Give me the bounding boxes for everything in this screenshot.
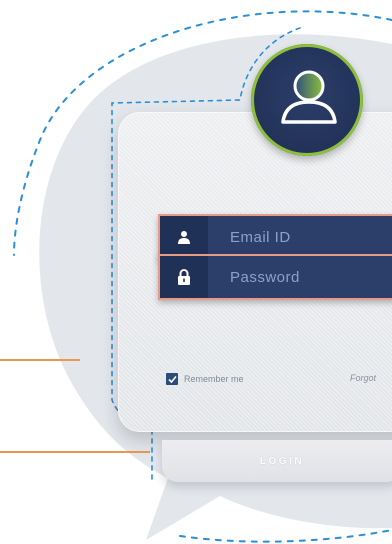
remember-me-label: Remember me: [184, 374, 244, 384]
lock-icon: [178, 269, 190, 285]
user-avatar: [251, 44, 363, 156]
outer-dashed-ring-bottom: [179, 529, 392, 543]
login-illustration: Email ID Password Remember me Forgot LOG…: [0, 0, 392, 544]
password-field[interactable]: Password: [158, 254, 392, 300]
password-field-icon-area: [160, 256, 208, 298]
email-placeholder: Email ID: [230, 228, 291, 246]
user-avatar-icon: [281, 70, 337, 124]
password-placeholder: Password: [230, 268, 300, 286]
login-button-label: LOGIN: [259, 455, 305, 467]
checkbox-checked-icon[interactable]: [166, 373, 178, 385]
login-button[interactable]: LOGIN: [162, 440, 392, 482]
remember-me-option[interactable]: Remember me: [166, 373, 244, 385]
email-field-icon-area: [160, 216, 208, 258]
forgot-password-link[interactable]: Forgot: [350, 373, 376, 383]
person-icon: [178, 231, 190, 244]
